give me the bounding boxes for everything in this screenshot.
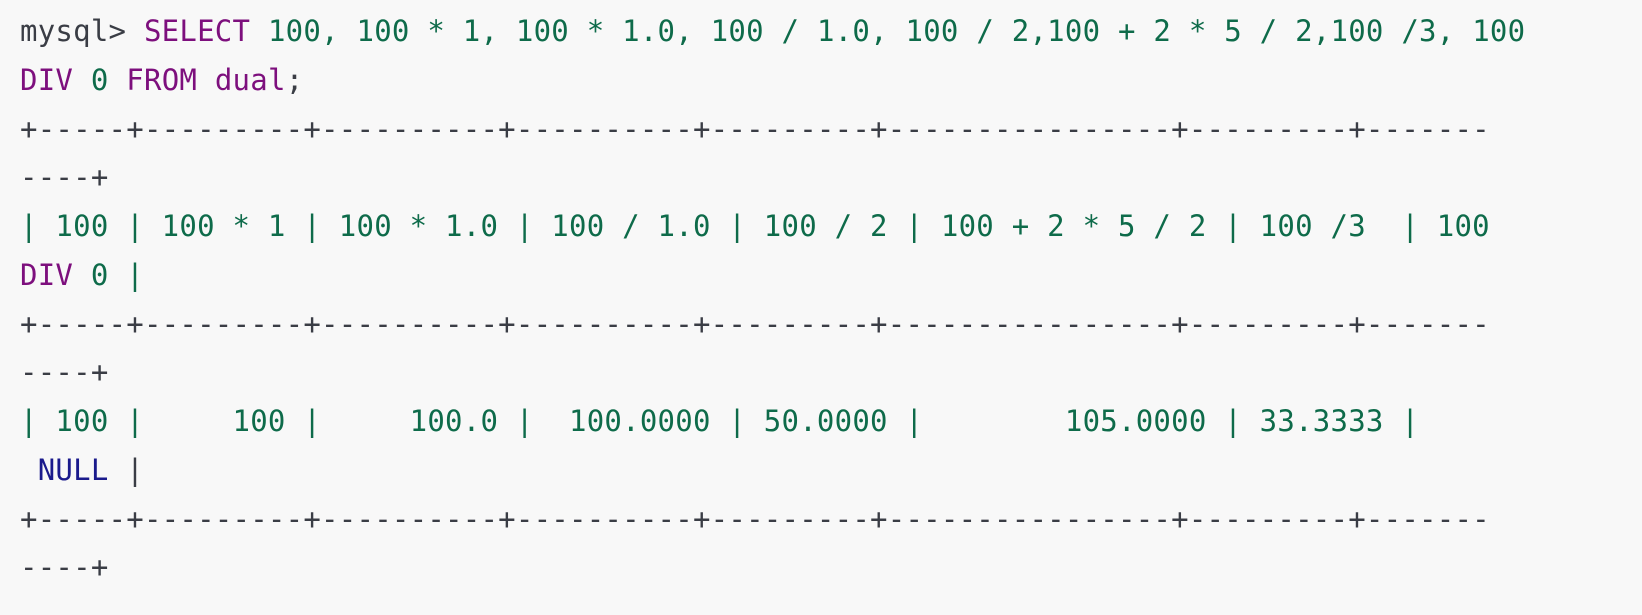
header-div-rest: 0 | [73,257,144,292]
table-header-row: | 100 | 100 * 1 | 100 * 1.0 | 100 / 1.0 … [20,209,1490,243]
select-keyword: SELECT [143,14,251,48]
div-keyword: DIV [20,62,74,97]
table-border-mid: +-----+---------+----------+----------+-… [20,306,1490,341]
table-header-row-cont: DIV 0 | [20,251,1642,300]
table-name: dual [197,62,286,97]
sql-console-block: mysql> SELECT 100, 100 * 1, 100 * 1.0, 1… [0,0,1642,615]
table-border-mid-tail: ----+ [20,355,109,390]
query-line-2: DIV 0 FROM dual; [20,56,1642,105]
mysql-prompt: mysql> [20,14,144,48]
table-border-top-tail: ----+ [20,160,109,195]
table-border-bottom: +-----+---------+----------+----------+-… [20,501,1490,536]
from-keyword: FROM [108,62,198,97]
query-line-1: mysql> SELECT 100, 100 * 1, 100 * 1.0, 1… [20,7,1642,56]
table-data-row-cont: NULL | [20,446,1642,495]
table-border-top: +-----+---------+----------+----------+-… [20,111,1490,146]
select-expressions: 100, 100 * 1, 100 * 1.0, 100 / 1.0, 100 … [250,14,1526,48]
div-zero-operand: 0 [73,62,109,97]
header-div-keyword: DIV [20,257,74,292]
table-data-row: | 100 | 100 | 100.0 | 100.0000 | 50.0000… [20,404,1420,438]
table-border-bottom-tail: ----+ [20,550,109,585]
row-end-pipe: | [108,452,144,487]
semicolon: ; [285,62,304,97]
null-value: NULL [20,452,109,487]
